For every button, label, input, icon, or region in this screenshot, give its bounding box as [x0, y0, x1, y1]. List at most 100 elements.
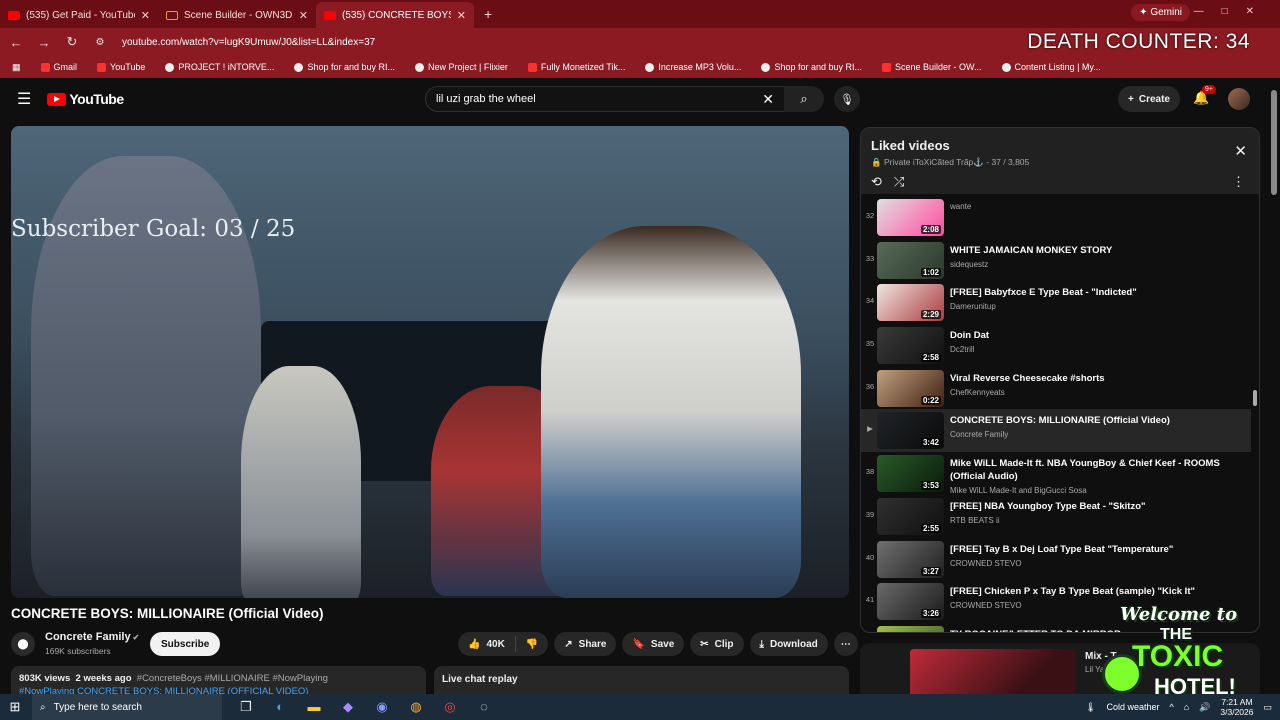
page-scrollbar[interactable] — [1271, 90, 1277, 195]
playlist-item[interactable]: 40 3:27 [FREE] Tay B x Dej Loaf Type Beat … — [861, 538, 1251, 581]
playlist-owner[interactable]: iToXiCãted Trãp⚓ — [913, 157, 984, 167]
playlist-item[interactable]: 33 1:02 WHITE JAMAICAN MONKEY STORY sideque… — [861, 239, 1251, 282]
subscribe-button[interactable]: Subscribe — [150, 632, 221, 656]
gmail-icon — [40, 62, 50, 72]
bookmark-icon — [1001, 62, 1011, 72]
playlist-item-thumbnail[interactable]: 3:26 — [877, 583, 944, 621]
playlist-item-thumbnail[interactable]: 2:29 — [877, 284, 944, 322]
close-tab-icon[interactable]: ✕ — [457, 9, 466, 22]
playlist-item-thumbnail[interactable] — [877, 625, 944, 632]
window-controls[interactable]: —□✕ — [1194, 6, 1272, 17]
playlist-item-thumbnail[interactable]: 3:42 — [877, 412, 944, 450]
search-input[interactable]: lil uzi grab the wheel ✕ — [425, 86, 785, 112]
loop-icon[interactable]: ⟲ — [871, 174, 882, 190]
more-actions-button[interactable]: ⋯ — [833, 632, 858, 656]
playlist-item-thumbnail[interactable]: 2:58 — [877, 327, 944, 365]
playlist-item-thumbnail[interactable]: 0:22 — [877, 369, 944, 407]
site-info-icon[interactable]: ⚙ — [88, 37, 112, 48]
account-avatar[interactable] — [1228, 88, 1250, 110]
discord-icon[interactable]: ◉ — [372, 699, 392, 715]
duration-badge: 0:22 — [920, 395, 941, 405]
voice-search-button[interactable]: 🎙 — [834, 86, 860, 112]
playlist-item-thumbnail[interactable]: 3:27 — [877, 540, 944, 578]
bookmark-mp3[interactable]: Increase MP3 Volu... — [637, 62, 749, 72]
bookmark-tiktok[interactable]: Fully Monetized Tik... — [520, 62, 634, 72]
windows-start-icon[interactable]: ⊞ — [0, 699, 30, 715]
chrome-icon[interactable]: ◍ — [406, 699, 426, 715]
clip-button[interactable]: ✂ Clip — [690, 632, 744, 656]
reload-icon[interactable]: ↻ — [60, 34, 84, 50]
menu-icon[interactable]: ☰ — [17, 89, 31, 109]
playlist-title[interactable]: Liked videos — [871, 138, 1249, 153]
channel-avatar[interactable]: ⬤ — [11, 632, 35, 656]
chevron-up-icon[interactable]: ^ — [1170, 702, 1174, 712]
save-button[interactable]: 🔖 Save — [622, 632, 685, 656]
weather-text[interactable]: Cold weather — [1106, 702, 1159, 712]
playlist-item-thumbnail[interactable]: 3:53 — [877, 455, 944, 493]
network-icon[interactable]: ⌂ — [1184, 702, 1189, 712]
hashtags[interactable]: #ConcreteBoys #MILLIONAIRE #NowPlaying — [137, 673, 328, 684]
system-clock[interactable]: 7:21 AM 3/3/2026 — [1220, 697, 1253, 717]
like-button[interactable]: 👍 40K — [458, 636, 516, 652]
shuffle-icon[interactable]: ⤮ — [894, 174, 904, 190]
more-icon[interactable]: ⋮ — [1232, 174, 1245, 190]
clear-search-icon[interactable]: ✕ — [762, 91, 774, 108]
playlist-item-channel: Mike WiLL Made-It and BigGucci Sosa — [950, 486, 1087, 496]
task-view-icon[interactable]: ❐ — [236, 699, 256, 715]
download-button[interactable]: ⤓ Download — [749, 632, 828, 656]
bookmark-youtube[interactable]: YouTube — [89, 62, 153, 72]
dislike-button[interactable]: 👎 — [516, 639, 548, 650]
search-icon: ⌕ — [40, 701, 46, 713]
gemini-button[interactable]: ✦ Gemini — [1131, 4, 1190, 21]
bookmark-project[interactable]: PROJECT ! iNTORVE... — [157, 62, 282, 72]
apps-icon[interactable]: ▦ — [4, 62, 29, 73]
search-button[interactable]: ⌕ — [784, 86, 824, 112]
create-button[interactable]: + Create — [1118, 86, 1180, 112]
bookmark-shop-2[interactable]: Shop for and buy RI... — [753, 62, 870, 72]
youtube-logo[interactable]: YouTube — [47, 91, 124, 107]
playlist-item-thumbnail[interactable]: 2:08 — [877, 199, 944, 236]
video-player[interactable]: Subscriber Goal: 03 / 25 — [11, 126, 849, 598]
close-tab-icon[interactable]: ✕ — [299, 9, 308, 22]
playlist-item[interactable]: 32 2:08 wante — [861, 196, 1251, 239]
bookmark-scene-builder[interactable]: Scene Builder - OW... — [874, 62, 990, 72]
bookmark-flixier[interactable]: New Project | Flixier — [407, 62, 516, 72]
bookmark-label: Increase MP3 Volu... — [658, 62, 742, 72]
playlist-item-thumbnail[interactable]: 1:02 — [877, 241, 944, 279]
playlist-item[interactable]: 39 2:55 [FREE] NBA Youngboy Type Beat - "S… — [861, 495, 1251, 538]
death-counter-overlay: DEATH COUNTER: 34 — [1027, 30, 1250, 53]
edge-icon[interactable]: ◐ — [270, 699, 290, 715]
channel-name[interactable]: Concrete Family ✔ — [45, 631, 139, 643]
taskbar-search[interactable]: ⌕ Type here to search — [32, 694, 222, 720]
playlist-item[interactable]: ▶ 3:42 CONCRETE BOYS: MILLIONAIRE (Officia… — [861, 409, 1251, 453]
forward-icon[interactable]: → — [32, 35, 56, 50]
bookmark-shop-1[interactable]: Shop for and buy RI... — [286, 62, 403, 72]
notification-center-icon[interactable]: ▭ — [1263, 702, 1272, 713]
file-explorer-icon[interactable]: ▬ — [304, 699, 324, 715]
back-icon[interactable]: ← — [4, 35, 28, 50]
bookmark-label: Content Listing | My... — [1014, 62, 1101, 72]
playlist-item[interactable]: 38 3:53 Mike WiLL Made-It ft. NBA YoungBoy… — [861, 452, 1251, 495]
tab-get-paid[interactable]: (535) Get Paid - YouTube ✕ — [0, 2, 158, 28]
close-tab-icon[interactable]: ✕ — [141, 9, 150, 22]
playlist-item[interactable]: 35 2:58 Doin Dat Dc2trill — [861, 324, 1251, 367]
volume-icon[interactable]: 🔊 — [1199, 702, 1210, 713]
playlist-item[interactable]: 36 0:22 Viral Reverse Cheesecake #shorts Ch… — [861, 367, 1251, 410]
playlist-scrollbar[interactable] — [1253, 390, 1257, 406]
game-controller-icon[interactable]: ◆ — [338, 699, 358, 715]
own3d-icon — [882, 62, 891, 72]
new-tab-button[interactable]: + — [474, 6, 502, 28]
gemini-icon: ✦ — [1139, 7, 1151, 18]
logo-text: YouTube — [69, 91, 124, 107]
bookmark-gmail[interactable]: Gmail — [33, 62, 86, 72]
share-button[interactable]: ↗ Share — [554, 632, 617, 656]
creative-cloud-icon[interactable]: ◎ — [440, 699, 460, 715]
obs-icon[interactable]: ◌ — [474, 699, 494, 715]
tab-scene-builder[interactable]: Scene Builder - OWN3D Pro ✕ — [158, 2, 316, 28]
playlist-item[interactable]: 34 2:29 [FREE] Babyfxce E Type Beat - "Ind… — [861, 281, 1251, 324]
playlist-item-thumbnail[interactable]: 2:55 — [877, 497, 944, 535]
notifications-button[interactable]: 🔔 9+ — [1193, 85, 1216, 106]
close-icon[interactable]: ✕ — [1234, 142, 1247, 160]
bookmark-content-listing[interactable]: Content Listing | My... — [994, 62, 1109, 72]
tab-concrete-boys[interactable]: (535) CONCRETE BOYS: MILLIONAIRE ✕ — [316, 2, 474, 28]
